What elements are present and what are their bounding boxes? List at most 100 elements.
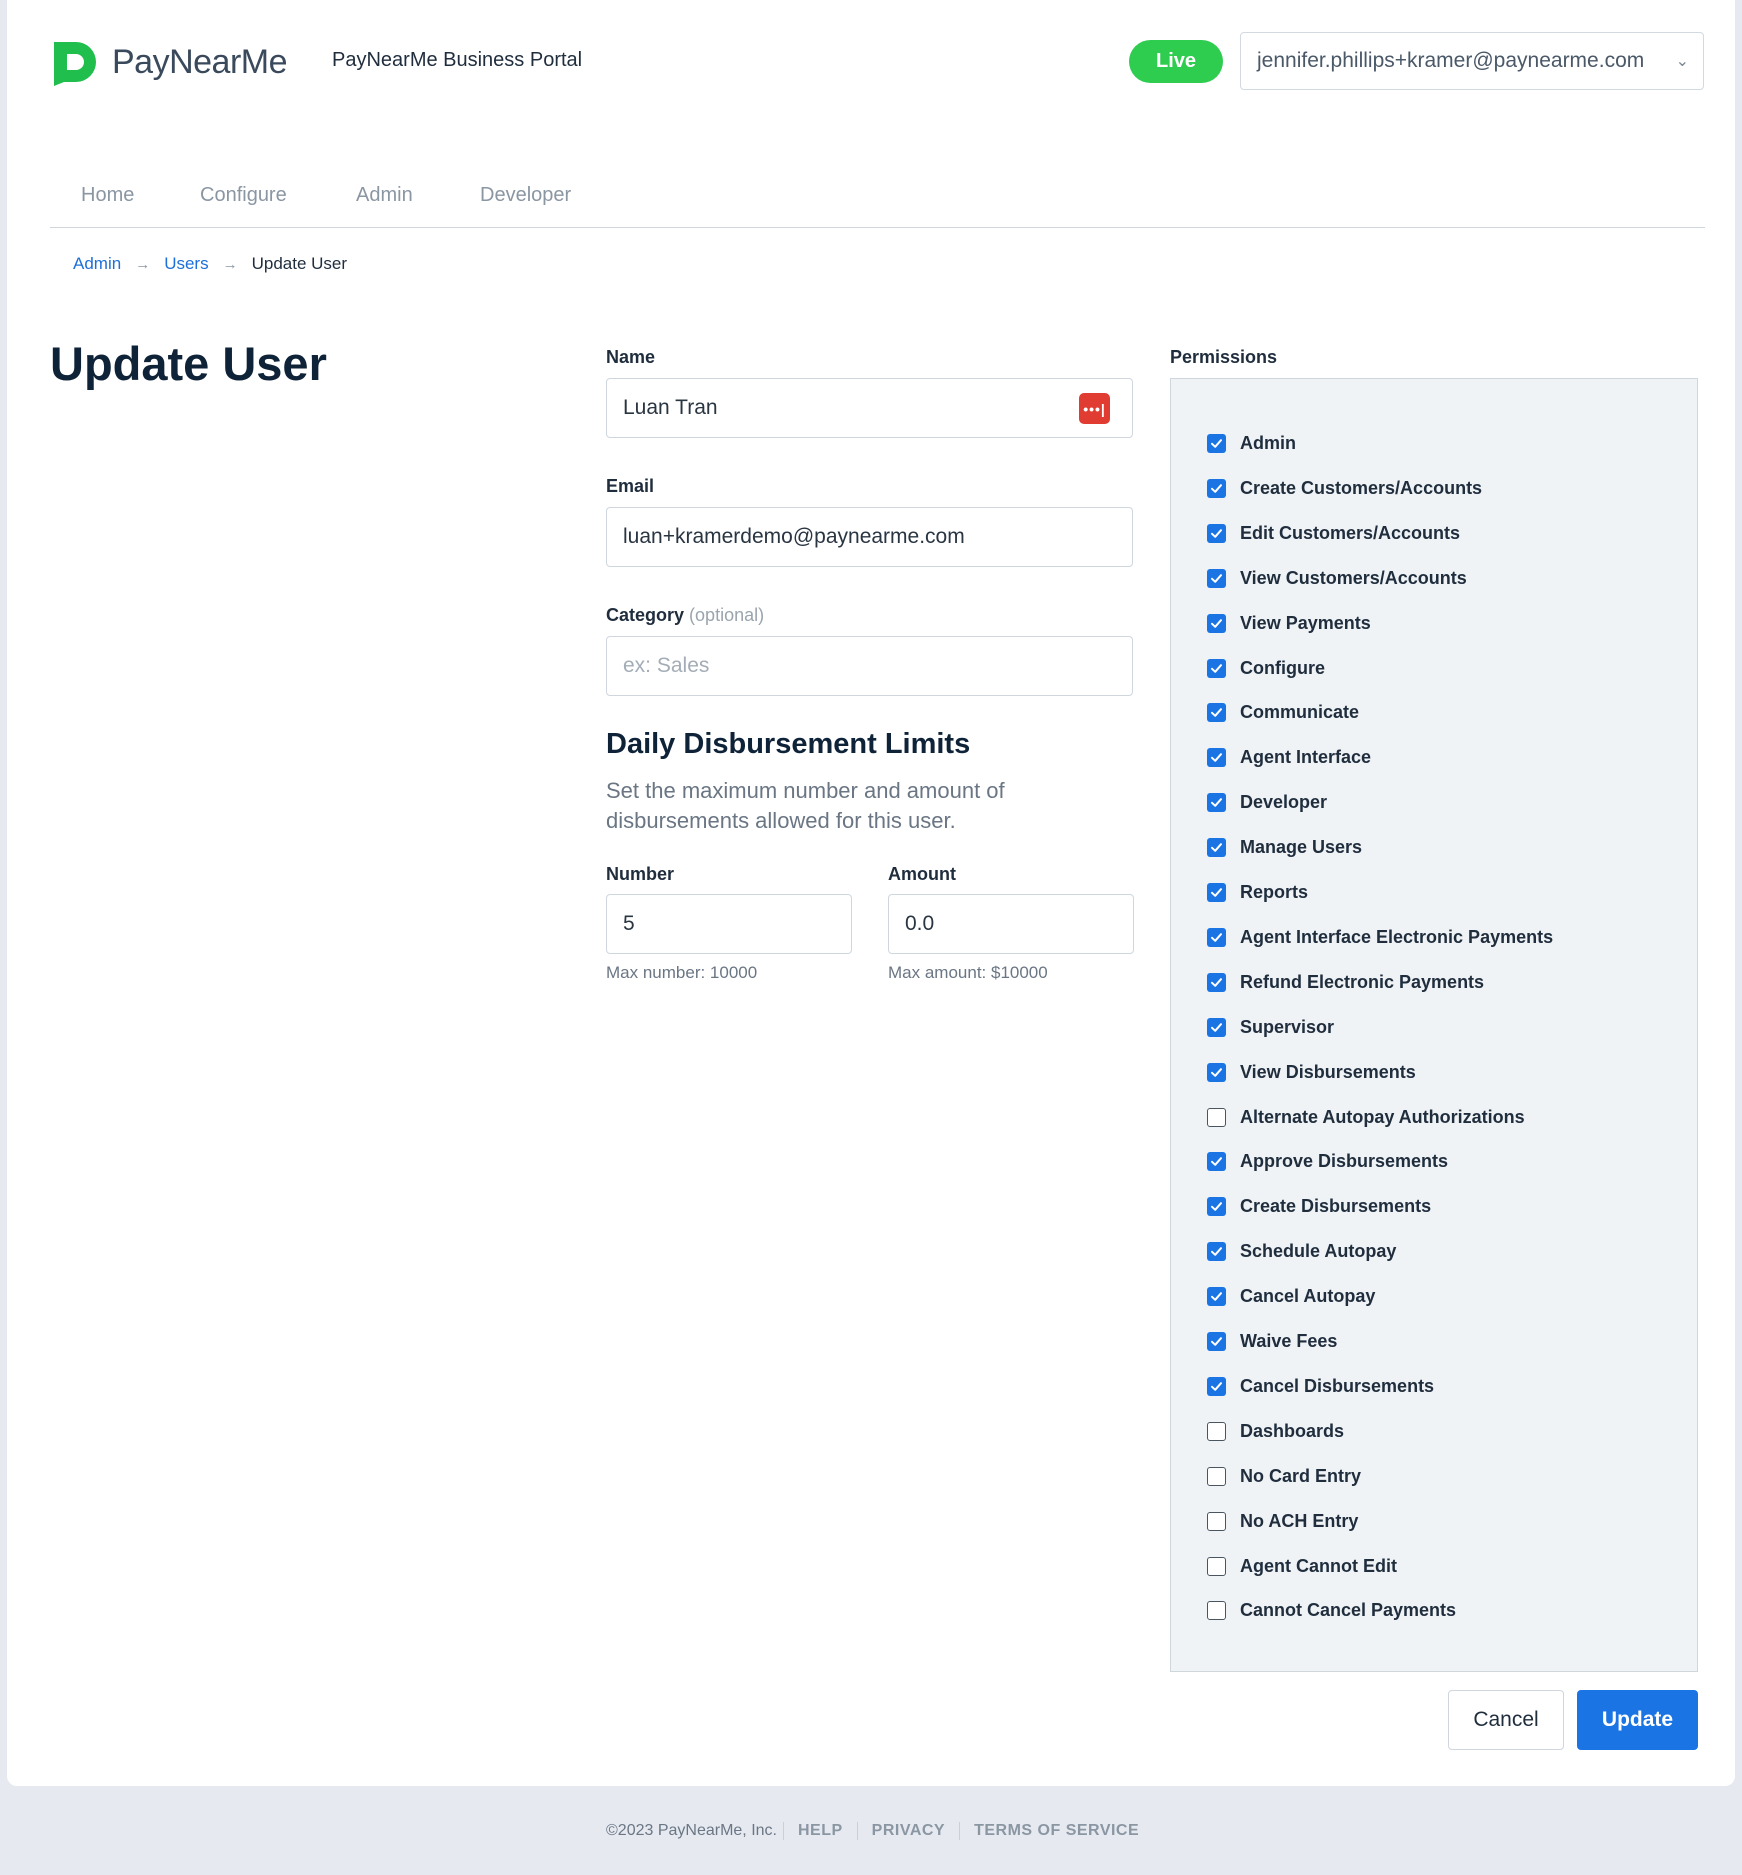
checkbox-checked[interactable] <box>1207 1197 1226 1217</box>
email-field[interactable]: luan+kramerdemo@paynearme.com <box>606 507 1133 567</box>
checkbox-checked[interactable] <box>1207 703 1226 723</box>
footer-terms-link[interactable]: TERMS OF SERVICE <box>959 1822 1153 1840</box>
cancel-button[interactable]: Cancel <box>1448 1690 1564 1750</box>
category-optional: (optional) <box>689 605 765 625</box>
checkbox-checked[interactable] <box>1207 658 1226 678</box>
paynearme-logo[interactable]: PayNearMe <box>50 38 288 86</box>
nav-admin[interactable]: Admin <box>356 184 413 207</box>
number-field[interactable]: 5 <box>606 894 852 954</box>
nav-home[interactable]: Home <box>81 184 134 207</box>
account-select[interactable]: jennifer.phillips+kramer@paynearme.com ⌄ <box>1240 32 1704 90</box>
permission-row[interactable]: Cancel Autopay <box>1207 1286 1375 1307</box>
permission-row[interactable]: Create Customers/Accounts <box>1207 478 1482 499</box>
checkmark-icon <box>1211 618 1222 628</box>
checkbox-checked[interactable] <box>1207 434 1226 453</box>
checkbox-checked[interactable] <box>1207 1376 1226 1396</box>
amount-value: 0.0 <box>905 912 935 935</box>
checkmark-icon <box>1211 1247 1222 1256</box>
permission-row[interactable]: Manage Users <box>1207 837 1362 858</box>
checkbox-unchecked[interactable] <box>1207 1421 1226 1441</box>
checkbox-unchecked[interactable] <box>1207 1466 1226 1486</box>
permission-label: Manage Users <box>1240 837 1363 858</box>
permission-row[interactable]: Edit Customers/Accounts <box>1207 523 1460 544</box>
permission-row[interactable]: View Customers/Accounts <box>1207 568 1467 589</box>
footer-privacy-link[interactable]: PRIVACY <box>856 1822 959 1840</box>
checkbox-checked[interactable] <box>1207 927 1226 947</box>
checkbox-unchecked[interactable] <box>1207 1511 1226 1531</box>
account-email: jennifer.phillips+kramer@paynearme.com <box>1257 49 1645 72</box>
checkbox-checked[interactable] <box>1207 972 1226 992</box>
update-button[interactable]: Update <box>1577 1690 1698 1750</box>
checkbox-unchecked[interactable] <box>1207 1601 1226 1621</box>
permission-row[interactable]: Refund Electronic Payments <box>1207 972 1484 993</box>
permissions-panel: Admin Create Customers/Accounts Edit Custo… <box>1170 378 1698 1672</box>
permission-row[interactable]: Schedule Autopay <box>1207 1241 1396 1262</box>
amount-field[interactable]: 0.0 <box>888 894 1134 954</box>
breadcrumb-arrow-icon: → <box>135 255 151 273</box>
breadcrumb-admin[interactable]: Admin <box>73 254 121 274</box>
checkbox-checked[interactable] <box>1207 883 1226 902</box>
permission-label: Communicate <box>1240 702 1360 723</box>
permission-row[interactable]: Configure <box>1207 658 1325 679</box>
password-manager-icon[interactable]: •••| <box>1079 393 1110 424</box>
permission-row[interactable]: Agent Interface <box>1207 747 1371 768</box>
category-field[interactable]: ex: Sales <box>606 636 1133 696</box>
checkbox-checked[interactable] <box>1207 1287 1226 1307</box>
breadcrumb-current: Update User <box>251 254 348 273</box>
checkbox-checked[interactable] <box>1207 838 1226 858</box>
permission-label: Cannot Cancel Payments <box>1240 1600 1457 1621</box>
permission-row[interactable]: Waive Fees <box>1207 1331 1337 1352</box>
checkbox-checked[interactable] <box>1207 748 1226 768</box>
permission-label: Agent Interface <box>1240 747 1372 768</box>
permission-row[interactable]: Create Disbursements <box>1207 1196 1431 1217</box>
checkbox-checked[interactable] <box>1207 613 1226 633</box>
permission-label: Agent Interface Electronic Payments <box>1240 926 1554 947</box>
nav-configure[interactable]: Configure <box>200 184 287 207</box>
permission-row[interactable]: Cannot Cancel Payments <box>1207 1600 1456 1621</box>
checkbox-checked[interactable] <box>1207 1152 1226 1172</box>
checkbox-unchecked[interactable] <box>1207 1107 1226 1127</box>
checkbox-checked[interactable] <box>1207 478 1226 498</box>
permission-row[interactable]: Cancel Disbursements <box>1207 1376 1434 1397</box>
live-mode-badge[interactable]: Live <box>1129 40 1223 83</box>
permission-row[interactable]: Admin <box>1207 433 1296 454</box>
breadcrumb-users[interactable]: Users <box>164 254 208 274</box>
checkmark-icon <box>1211 888 1222 897</box>
chevron-down-icon: ⌄ <box>1675 53 1689 70</box>
permission-row[interactable]: View Disbursements <box>1207 1062 1416 1083</box>
permission-row[interactable]: No ACH Entry <box>1207 1511 1358 1532</box>
permission-row[interactable]: Approve Disbursements <box>1207 1151 1448 1172</box>
checkmark-icon <box>1211 933 1222 942</box>
category-label: Category (optional) <box>606 605 764 626</box>
checkbox-checked[interactable] <box>1207 1332 1226 1351</box>
name-field[interactable]: Luan Tran •••| <box>606 378 1133 438</box>
amount-hint: Max amount: $10000 <box>888 963 1048 982</box>
permission-row[interactable]: Supervisor <box>1207 1017 1334 1038</box>
name-value: Luan Tran <box>623 396 718 419</box>
permission-row[interactable]: View Payments <box>1207 613 1371 634</box>
limits-description: Set the maximum number and amount of dis… <box>606 778 1005 833</box>
permission-row[interactable]: Agent Interface Electronic Payments <box>1207 927 1553 948</box>
checkbox-unchecked[interactable] <box>1207 1556 1226 1576</box>
permission-row[interactable]: Agent Cannot Edit <box>1207 1556 1397 1577</box>
footer-help-link[interactable]: HELP <box>782 1822 857 1840</box>
permission-row[interactable]: No Card Entry <box>1207 1466 1361 1487</box>
checkbox-checked[interactable] <box>1207 1062 1226 1082</box>
nav-developer[interactable]: Developer <box>480 184 571 207</box>
permission-row[interactable]: Dashboards <box>1207 1421 1344 1442</box>
permission-row[interactable]: Alternate Autopay Authorizations <box>1207 1107 1525 1128</box>
permission-row[interactable]: Reports <box>1207 882 1308 903</box>
checkbox-checked[interactable] <box>1207 523 1226 543</box>
checkbox-checked[interactable] <box>1207 793 1226 813</box>
permission-label: Alternate Autopay Authorizations <box>1240 1106 1525 1127</box>
number-value: 5 <box>623 912 635 935</box>
checkbox-checked[interactable] <box>1207 1017 1226 1037</box>
permission-row[interactable]: Developer <box>1207 792 1327 813</box>
checkbox-checked[interactable] <box>1207 1242 1226 1262</box>
name-label: Name <box>606 347 656 367</box>
email-value: luan+kramerdemo@paynearme.com <box>623 525 965 548</box>
checkbox-checked[interactable] <box>1207 568 1226 588</box>
permissions-label: Permissions <box>1170 347 1278 367</box>
amount-label: Amount <box>888 864 956 884</box>
permission-row[interactable]: Communicate <box>1207 702 1359 723</box>
